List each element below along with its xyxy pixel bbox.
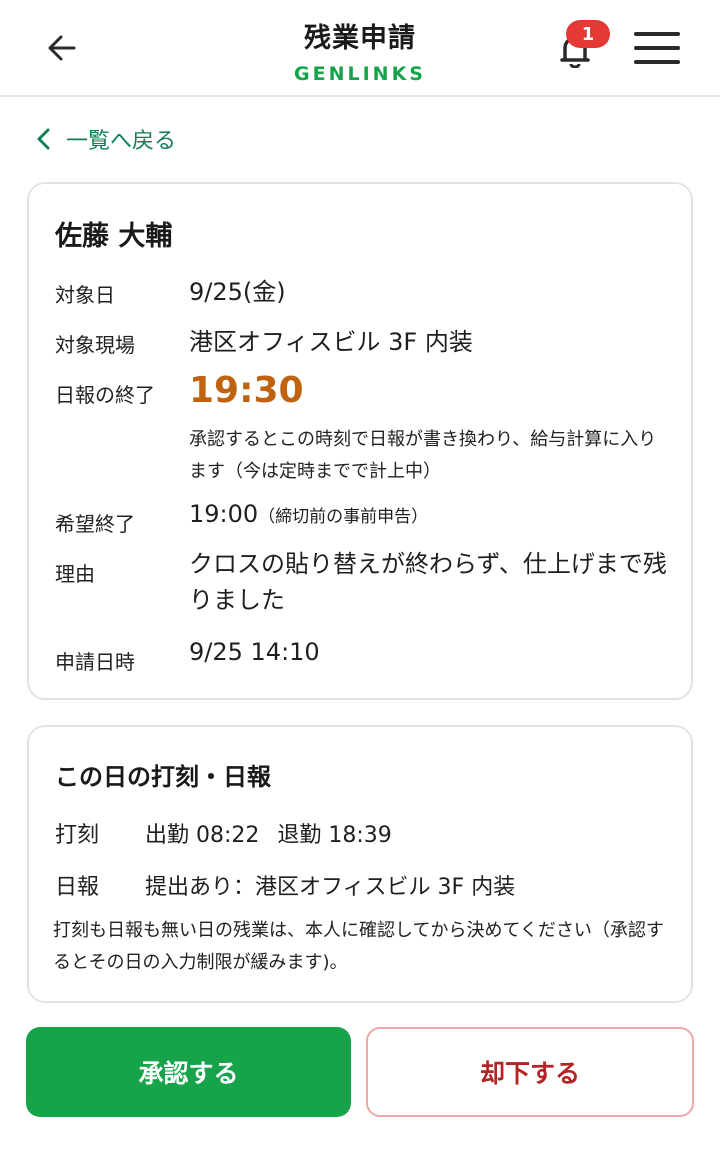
- day-record-card: この日の打刻・日報 打刻 出勤 08:22 退勤 18:39 日報 提出あり：港区…: [27, 725, 693, 1003]
- notification-button[interactable]: 1: [550, 20, 610, 76]
- clock-out: 退勤 18:39: [277, 823, 392, 848]
- applicant-name: 佐藤 大輔: [55, 221, 173, 252]
- page-title: 残業申請: [304, 23, 416, 54]
- report-end-time: 19:30: [189, 370, 304, 411]
- site-value: 港区オフィスビル 3F 内装: [189, 328, 473, 356]
- reason-label: 理由: [55, 562, 95, 586]
- notification-badge: 1: [566, 20, 610, 48]
- desired-end-note: （締切前の事前申告）: [258, 507, 429, 527]
- submitted-value: 9/25 14:10: [189, 638, 320, 666]
- site-label: 対象現場: [55, 333, 135, 357]
- brand-logo: GENLINKS: [294, 63, 426, 85]
- approve-button[interactable]: 承認する: [26, 1027, 351, 1117]
- day-record-note: 打刻も日報も無い日の残業は、本人に確認してから決めてください（承認するとその日の…: [53, 920, 664, 973]
- desired-end-row: 19:00（締切前の事前申告）: [189, 500, 428, 528]
- arrow-left-icon: [48, 35, 76, 61]
- back-button[interactable]: [40, 28, 84, 68]
- punch-row: 出勤 08:22 退勤 18:39: [145, 817, 392, 849]
- reason-value: クロスの貼り替えが終わらず、仕上げまで残りました: [189, 550, 667, 614]
- report-value: 提出あり：港区オフィスビル 3F 内装: [145, 875, 516, 900]
- request-card: 佐藤 大輔 対象日 9/25(金) 対象現場 港区オフィスビル 3F 内装 日報…: [27, 182, 693, 700]
- reject-button[interactable]: 却下する: [366, 1027, 694, 1117]
- menu-button[interactable]: [634, 30, 680, 66]
- target-date-value: 9/25(金): [189, 278, 286, 306]
- punch-label: 打刻: [55, 823, 100, 848]
- menu-line: [634, 60, 680, 64]
- menu-line: [634, 46, 680, 50]
- chevron-left-icon: [36, 128, 50, 150]
- desired-end-label: 希望終了: [55, 512, 135, 536]
- desired-end-value: 19:00: [189, 500, 259, 528]
- target-date-label: 対象日: [55, 283, 115, 307]
- report-end-label: 日報の終了: [55, 383, 155, 407]
- menu-line: [634, 32, 680, 36]
- app-header: 残業申請 GENLINKS 1: [0, 0, 720, 97]
- day-record-title: この日の打刻・日報: [55, 763, 271, 791]
- clock-in: 出勤 08:22: [145, 823, 260, 848]
- report-end-note: 承認するとこの時刻で日報が書き換わり、給与計算に入ります（今は定時までで計上中）: [189, 429, 657, 482]
- back-to-list-link[interactable]: 一覧へ戻る: [36, 121, 176, 157]
- report-label: 日報: [55, 875, 100, 900]
- submitted-label: 申請日時: [55, 650, 135, 674]
- back-link-label: 一覧へ戻る: [66, 129, 177, 154]
